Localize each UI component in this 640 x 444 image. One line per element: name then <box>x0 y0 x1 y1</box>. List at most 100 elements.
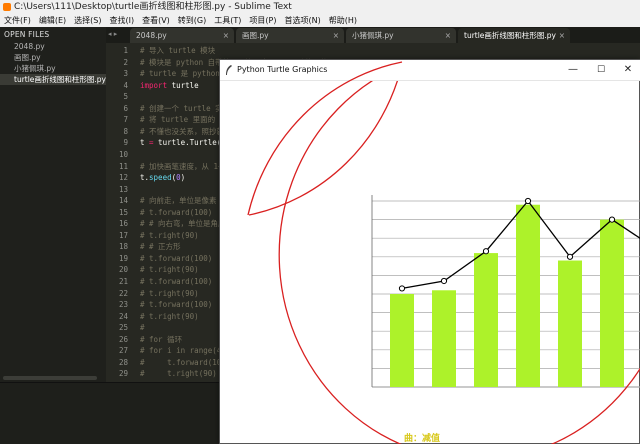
bar-line-chart <box>248 64 640 444</box>
tab-0[interactable]: 2048.py × <box>130 28 234 43</box>
line-number: 14 <box>118 196 128 206</box>
menu-item-4[interactable]: 查看(V) <box>138 14 174 27</box>
line-number: 20 <box>118 265 128 275</box>
line-number: 12 <box>118 173 128 183</box>
menu-item-1[interactable]: 编辑(E) <box>35 14 70 27</box>
turtle-canvas <box>220 64 640 444</box>
sidebar-file-item[interactable]: turtle画折线图和柱形图.py <box>0 74 106 85</box>
code-line: # t.forward(100) <box>140 300 213 310</box>
sublime-text-window: C:\Users\111\Desktop\turtle画折线图和柱形图.py -… <box>0 0 640 444</box>
chart-line-point <box>566 253 574 260</box>
code-token: t <box>140 138 150 148</box>
sublime-icon <box>3 3 11 11</box>
line-number: 10 <box>118 149 128 159</box>
code-line: # t.right(90) <box>140 230 199 240</box>
line-number: 28 <box>118 357 128 367</box>
code-line: # t.right(90) <box>140 311 199 321</box>
code-line: # t.forward(100) <box>140 253 213 263</box>
line-number: 7 <box>123 115 128 125</box>
line-number: 19 <box>118 253 128 263</box>
menu-item-3[interactable]: 查找(I) <box>105 14 138 27</box>
code-token: ) <box>180 173 186 183</box>
code-line: # 不懂也没关系，照抄就行 <box>140 126 232 136</box>
code-line: # # 正方形 <box>140 242 181 252</box>
line-number-gutter: 1 2 3 4 5 6 7 8 9 10 11 12 13 14 15 16 17 18 19 20 21 22 23 24 2… <box>106 43 132 382</box>
line-number: 4 <box>123 80 128 90</box>
line-number: 24 <box>118 311 128 321</box>
chart-red-circle-top <box>248 64 403 216</box>
line-number: 23 <box>118 300 128 310</box>
chart-line-point <box>482 248 490 255</box>
line-number: 8 <box>123 126 128 136</box>
chart-bar <box>390 294 414 387</box>
chart-line-point <box>524 197 532 205</box>
turtle-graphics-window[interactable]: Python Turtle Graphics — ☐ ✕ <box>219 59 640 444</box>
sidebar-file-item[interactable]: 2048.py <box>0 41 106 52</box>
open-files-header: OPEN FILES <box>4 30 50 39</box>
chart-bar <box>516 204 540 387</box>
chart-bar <box>474 253 498 387</box>
line-number: 21 <box>118 277 128 286</box>
code-token: turtle.Turtle() <box>153 138 226 148</box>
tab-label: turtle画折线图和柱形图.py <box>464 31 556 40</box>
chart-bar <box>600 219 624 387</box>
code-line: # t.right(90) <box>140 288 199 298</box>
menu-item-2[interactable]: 选择(S) <box>70 14 105 27</box>
line-number: 9 <box>123 138 128 148</box>
line-number: 22 <box>118 288 128 298</box>
line-number: 3 <box>123 69 128 79</box>
tab-label: 画图.py <box>242 31 269 40</box>
menu-item-5[interactable]: 转到(G) <box>174 14 210 27</box>
sidebar: OPEN FILES 2048.py 画图.py 小猪佩琪.py turtle画折线图… <box>0 27 106 382</box>
code-line: # t.forward(100) <box>140 357 231 367</box>
tab-nav-arrows[interactable]: ◂ ▸ <box>108 30 117 38</box>
sidebar-scrollbar[interactable] <box>3 376 97 380</box>
window-title: C:\Users\111\Desktop\turtle画折线图和柱形图.py -… <box>14 2 292 12</box>
sidebar-file-item[interactable]: 画图.py <box>0 52 106 63</box>
minimize-button[interactable]: — <box>559 60 587 80</box>
line-number: 25 <box>118 323 128 333</box>
tab-close-icon[interactable]: × <box>333 28 339 43</box>
menu-item-7[interactable]: 项目(P) <box>245 14 280 27</box>
line-number: 18 <box>118 242 128 252</box>
tab-label: 小猪佩琪.py <box>352 31 394 40</box>
line-number: 13 <box>118 184 128 194</box>
tab-bar: ◂ ▸ 2048.py × 画图.py × 小猪佩琪.py × turtle画折线图和柱形图… <box>106 27 640 43</box>
chart-line-point <box>608 216 616 223</box>
turtle-title-bar[interactable]: Python Turtle Graphics — ☐ ✕ <box>220 60 640 80</box>
code-line: import turtle <box>140 80 199 91</box>
code-line: # t.forward(100) <box>140 277 213 286</box>
menu-item-0[interactable]: 文件(F) <box>0 14 35 27</box>
code-line: # t.forward(100) <box>140 207 213 217</box>
line-number: 29 <box>118 369 128 379</box>
line-number: 16 <box>118 219 128 229</box>
sidebar-file-item[interactable]: 小猪佩琪.py <box>0 63 106 74</box>
tab-close-icon[interactable]: × <box>445 28 451 43</box>
line-number: 2 <box>123 57 128 67</box>
code-line: # # 向右弯，单位是角度 <box>140 219 226 229</box>
line-number: 6 <box>123 103 128 113</box>
line-number: 26 <box>118 334 128 344</box>
tab-2[interactable]: 小猪佩琪.py × <box>346 28 456 43</box>
code-line: # 向前走，单位是像素 <box>140 196 217 206</box>
menu-item-8[interactable]: 首选项(N) <box>280 14 324 27</box>
tab-label: 2048.py <box>136 31 167 40</box>
code-line: t = turtle.Turtle() <box>140 137 226 148</box>
title-bar: C:\Users\111\Desktop\turtle画折线图和柱形图.py -… <box>0 0 640 14</box>
open-files-list: 2048.py 画图.py 小猪佩琪.py turtle画折线图和柱形图.py <box>0 41 106 85</box>
code-line: # <box>140 323 145 333</box>
tab-close-icon[interactable]: × <box>559 28 565 43</box>
menu-item-6[interactable]: 工具(T) <box>210 14 245 27</box>
chart-line-point <box>398 285 406 292</box>
chart-line-point <box>440 277 448 285</box>
maximize-button[interactable]: ☐ <box>587 60 615 80</box>
code-token: turtle <box>167 80 199 90</box>
tab-3[interactable]: turtle画折线图和柱形图.py × <box>458 28 570 43</box>
close-button[interactable]: ✕ <box>614 60 640 80</box>
code-token: t. <box>140 173 150 183</box>
tab-close-icon[interactable]: × <box>223 28 229 43</box>
code-line: # for i in range(4): <box>140 346 231 356</box>
tab-1[interactable]: 画图.py × <box>236 28 344 43</box>
menu-item-9[interactable]: 帮助(H) <box>325 14 361 27</box>
code-line: t.speed(0) <box>140 172 185 183</box>
